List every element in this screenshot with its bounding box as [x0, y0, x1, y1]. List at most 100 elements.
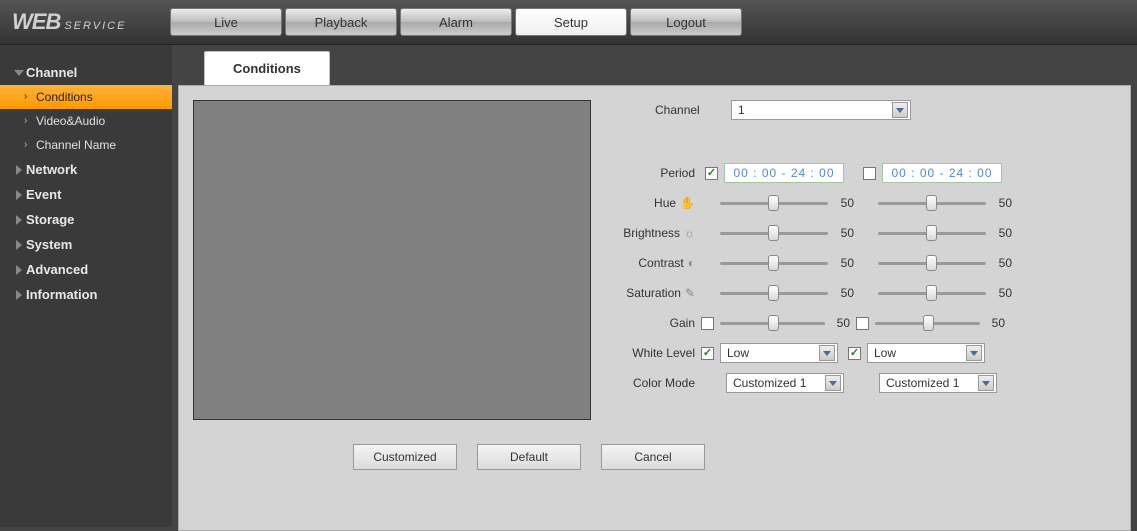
side-group-channel[interactable]: Channel	[0, 60, 172, 85]
triangle-icon	[16, 240, 22, 250]
period-b-input[interactable]: 00 : 00 - 24 : 00	[882, 163, 1002, 183]
saturation-b-slider[interactable]	[878, 284, 986, 302]
chevron-right-icon: ›	[24, 118, 30, 124]
gain-a-checkbox[interactable]	[701, 317, 714, 330]
cancel-button[interactable]: Cancel	[601, 444, 705, 470]
chevron-right-icon: ›	[24, 94, 30, 100]
side-sub-conditions[interactable]: ›Conditions	[0, 85, 172, 109]
saturation-label: Saturation	[626, 286, 681, 300]
whitelevel-a-value: Low	[727, 346, 749, 360]
settings: Channel 1 Period 00 : 00 - 24 : 00	[613, 100, 1116, 420]
side-group-label: Event	[26, 187, 61, 202]
hue-a-slider[interactable]	[720, 194, 828, 212]
logo-service: SERVICE	[64, 20, 126, 32]
period-label: Period	[613, 166, 695, 180]
chevron-down-icon	[819, 345, 835, 361]
colormode-a-value: Customized 1	[733, 376, 806, 390]
nav-logout[interactable]: Logout	[630, 8, 742, 36]
whitelevel-b-checkbox[interactable]	[848, 347, 861, 360]
colormode-b-select[interactable]: Customized 1	[879, 373, 997, 393]
contrast-a-value: 50	[832, 256, 854, 270]
side-sub-video-audio[interactable]: › Video&Audio	[0, 109, 172, 133]
side-group-network[interactable]: Network	[0, 157, 172, 182]
triangle-icon	[16, 190, 22, 200]
side-group-advanced[interactable]: Advanced	[0, 257, 172, 282]
chevron-down-icon	[892, 102, 908, 118]
gain-a-slider[interactable]	[720, 314, 825, 332]
contrast-b-slider[interactable]	[878, 254, 986, 272]
side-sub-channel-name[interactable]: › Channel Name	[0, 133, 172, 157]
hue-b-value: 50	[990, 196, 1012, 210]
nav-alarm[interactable]: Alarm	[400, 8, 512, 36]
logo-web: WEB	[12, 9, 60, 34]
channel-select[interactable]: 1	[731, 100, 911, 120]
tab-row: Conditions	[178, 51, 1131, 85]
side-group-event[interactable]: Event	[0, 182, 172, 207]
gain-b-checkbox[interactable]	[856, 317, 869, 330]
side-group-information[interactable]: Information	[0, 282, 172, 307]
side-group-label: Network	[26, 162, 77, 177]
side-sub-label: Video&Audio	[36, 114, 105, 128]
gain-b-value: 50	[984, 316, 1005, 330]
brightness-b-slider[interactable]	[878, 224, 986, 242]
top-nav: LivePlaybackAlarmSetupLogout	[170, 8, 745, 36]
colormode-label: Color Mode	[633, 376, 695, 390]
triangle-icon	[16, 215, 22, 225]
colormode-b-value: Customized 1	[886, 376, 959, 390]
side-group-label: Storage	[26, 212, 74, 227]
whitelevel-a-select[interactable]: Low	[720, 343, 838, 363]
saturation-row: Saturation ✎ 50 50	[613, 278, 1116, 308]
whitelevel-b-select[interactable]: Low	[867, 343, 985, 363]
side-group-system[interactable]: System	[0, 232, 172, 257]
contrast-label: Contrast	[638, 256, 683, 270]
chevron-right-icon: ›	[24, 142, 30, 148]
header: WEB SERVICE LivePlaybackAlarmSetupLogout	[0, 0, 1137, 45]
hue-icon: ✋	[680, 196, 695, 210]
nav-playback[interactable]: Playback	[285, 8, 397, 36]
nav-setup[interactable]: Setup	[515, 8, 627, 36]
side-sub-label: Channel Name	[36, 138, 116, 152]
channel-label: Channel	[655, 103, 731, 117]
default-button[interactable]: Default	[477, 444, 581, 470]
gain-label: Gain	[670, 316, 695, 330]
side-group-label: Information	[26, 287, 98, 302]
saturation-b-value: 50	[990, 286, 1012, 300]
contrast-icon: ◐	[688, 256, 695, 270]
main: Conditions Channel 1 Period	[172, 45, 1137, 527]
chevron-down-icon	[966, 345, 982, 361]
period-a-checkbox[interactable]	[705, 167, 718, 180]
brightness-b-value: 50	[990, 226, 1012, 240]
brightness-a-slider[interactable]	[720, 224, 828, 242]
channel-value: 1	[738, 103, 745, 117]
contrast-row: Contrast◐5050	[613, 248, 1116, 278]
brightness-a-value: 50	[832, 226, 854, 240]
tab-conditions[interactable]: Conditions	[204, 51, 330, 85]
brightness-label: Brightness	[623, 226, 680, 240]
side-group-label: Channel	[26, 65, 77, 80]
triangle-icon	[14, 70, 24, 76]
colormode-a-select[interactable]: Customized 1	[726, 373, 844, 393]
saturation-icon: ✎	[685, 286, 695, 300]
gain-a-value: 50	[829, 316, 850, 330]
brightness-icon: ☼	[684, 226, 695, 240]
whitelevel-label: White Level	[632, 346, 695, 360]
button-row: Customized Default Cancel	[353, 444, 1116, 470]
hue-label: Hue	[654, 196, 676, 210]
whitelevel-a-checkbox[interactable]	[701, 347, 714, 360]
contrast-a-slider[interactable]	[720, 254, 828, 272]
period-a-input[interactable]: 00 : 00 - 24 : 00	[724, 163, 844, 183]
customized-button[interactable]: Customized	[353, 444, 457, 470]
video-preview	[193, 100, 591, 420]
hue-b-slider[interactable]	[878, 194, 986, 212]
saturation-a-value: 50	[832, 286, 854, 300]
triangle-icon	[16, 265, 22, 275]
side-group-storage[interactable]: Storage	[0, 207, 172, 232]
period-b-checkbox[interactable]	[863, 167, 876, 180]
panel: Channel 1 Period 00 : 00 - 24 : 00	[178, 85, 1131, 531]
whitelevel-b-value: Low	[874, 346, 896, 360]
triangle-icon	[16, 165, 22, 175]
nav-live[interactable]: Live	[170, 8, 282, 36]
gain-b-slider[interactable]	[875, 314, 980, 332]
saturation-a-slider[interactable]	[720, 284, 828, 302]
side-group-label: Advanced	[26, 262, 88, 277]
